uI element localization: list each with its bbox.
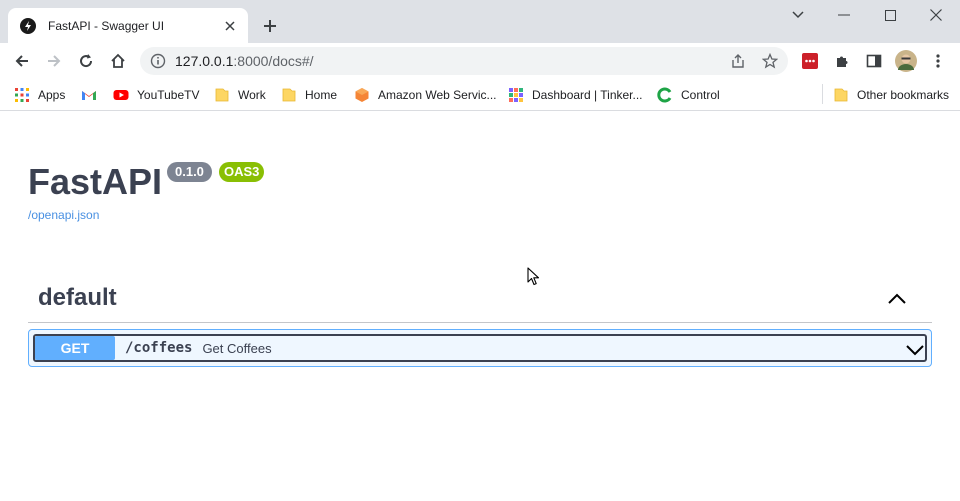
operation-summary: Get Coffees — [202, 340, 272, 356]
operation-get-coffees[interactable]: GET /coffees Get Coffees — [28, 329, 932, 367]
operation-path: /coffees — [125, 340, 193, 356]
bookmark-label: Apps — [38, 88, 66, 102]
share-icon[interactable] — [730, 53, 746, 69]
site-info-icon[interactable] — [150, 53, 166, 69]
side-panel-icon[interactable] — [862, 49, 886, 73]
bookmark-label: Amazon Web Servic... — [378, 88, 497, 102]
tab-strip: FastAPI - Swagger UI — [0, 0, 960, 43]
openapi-json-link[interactable]: /openapi.json — [28, 208, 99, 222]
window-close-icon[interactable] — [913, 0, 959, 30]
other-bookmarks-label: Other bookmarks — [857, 88, 950, 102]
browser-menu-icon[interactable] — [926, 49, 950, 73]
apps-grid-icon — [14, 87, 30, 103]
chevron-up-icon[interactable] — [886, 288, 908, 310]
bookmarks-bar: Apps YouTubeTV Work Home Amazon Web Serv… — [0, 79, 960, 111]
url-host: 127.0.0.1 — [175, 53, 234, 69]
section-title: default — [38, 284, 117, 311]
new-tab-icon[interactable] — [258, 14, 282, 38]
address-bar[interactable]: 127.0.0.1:8000/docs#/ — [140, 47, 788, 75]
close-tab-icon[interactable] — [222, 18, 238, 34]
bookmark-apps[interactable]: Apps — [14, 85, 65, 105]
tag-section-header[interactable]: default — [28, 280, 932, 323]
folder-icon — [281, 87, 297, 103]
bookmark-label: Control — [681, 88, 720, 102]
bookmark-control[interactable]: Control — [657, 85, 720, 105]
bookmark-label: Home — [305, 88, 338, 102]
youtube-icon — [113, 87, 129, 103]
control-icon — [657, 87, 673, 103]
api-title: FastAPI — [28, 161, 163, 202]
aws-icon — [354, 87, 370, 103]
bookmark-label: Work — [238, 88, 266, 102]
bookmark-gmail[interactable] — [81, 85, 105, 105]
browser-toolbar: 127.0.0.1:8000/docs#/ — [0, 43, 960, 79]
maximize-icon[interactable] — [867, 0, 913, 30]
method-badge: GET — [35, 336, 115, 360]
gmail-icon — [81, 87, 97, 103]
folder-icon — [214, 87, 230, 103]
chevron-down-icon[interactable] — [905, 340, 925, 360]
oas-badge: OAS3 — [219, 162, 265, 182]
forward-icon[interactable] — [42, 49, 66, 73]
profile-avatar[interactable] — [894, 49, 918, 73]
bookmark-dashboard-tinker[interactable]: Dashboard | Tinker... — [508, 85, 643, 105]
reload-icon[interactable] — [74, 49, 98, 73]
bookmarks-divider — [822, 84, 823, 104]
version-badge: 0.1.0 — [167, 162, 212, 182]
bookmark-youtubetv[interactable]: YouTubeTV — [113, 85, 200, 105]
other-bookmarks[interactable]: Other bookmarks — [833, 85, 949, 105]
bookmark-work[interactable]: Work — [214, 85, 266, 105]
tinker-icon — [508, 87, 524, 103]
mouse-cursor-icon — [527, 267, 541, 287]
fastapi-favicon-icon — [20, 17, 36, 34]
browser-tab[interactable]: FastAPI - Swagger UI — [8, 8, 248, 43]
back-icon[interactable] — [10, 49, 34, 73]
extensions-puzzle-icon[interactable] — [830, 49, 854, 73]
bookmark-aws[interactable]: Amazon Web Servic... — [354, 85, 497, 105]
home-icon[interactable] — [106, 49, 130, 73]
folder-icon — [833, 87, 849, 103]
tab-title: FastAPI - Swagger UI — [48, 18, 165, 33]
swagger-page: FastAPI 0.1.0 OAS3 /openapi.json default… — [0, 112, 960, 501]
bookmark-home[interactable]: Home — [281, 85, 337, 105]
operation-summary-bar[interactable]: GET /coffees Get Coffees — [33, 334, 927, 362]
bookmark-label: Dashboard | Tinker... — [532, 88, 643, 102]
lastpass-extension-icon[interactable] — [798, 49, 822, 73]
bookmark-star-icon[interactable] — [761, 52, 779, 69]
url-path: :8000/docs#/ — [233, 53, 314, 69]
tab-search-chevron-icon[interactable] — [775, 0, 821, 30]
minimize-icon[interactable] — [821, 0, 867, 30]
bookmark-label: YouTubeTV — [137, 88, 200, 102]
